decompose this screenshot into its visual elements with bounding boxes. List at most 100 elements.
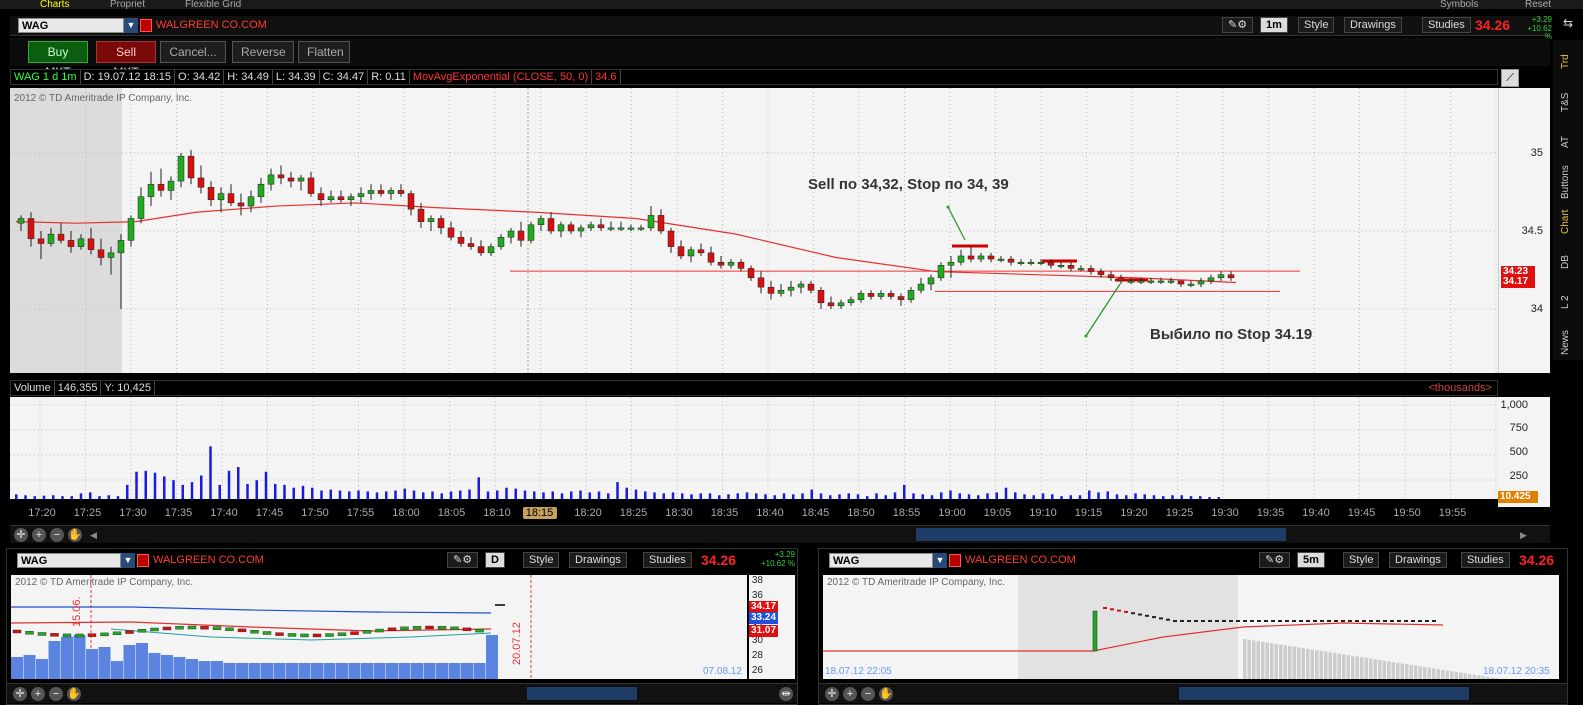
studies-button[interactable]: Studies — [1422, 17, 1471, 33]
candle-body — [617, 227, 625, 230]
br-hand-icon[interactable]: ✋ — [879, 687, 893, 701]
side-tab-trd[interactable]: Trd — [1560, 44, 1576, 80]
price-chart-area[interactable]: 2012 © TD Ameritrade IP Company, Inc. Se… — [10, 88, 1498, 373]
topbar-symbols[interactable]: Symbols — [1440, 0, 1478, 9]
candle-body — [597, 224, 605, 229]
br-zoom-in-icon[interactable]: + — [843, 687, 857, 701]
br-candle — [1103, 607, 1107, 609]
time-tick: 17:45 — [255, 507, 284, 519]
bl-studies-button[interactable]: Studies — [643, 552, 692, 568]
scroll-right-icon[interactable]: ▶ — [1520, 530, 1527, 541]
br-volume-bar — [1382, 660, 1386, 679]
bl-zoom-in-icon[interactable]: + — [31, 687, 45, 701]
bl-volume-bar — [273, 663, 286, 679]
drawings-button[interactable]: Drawings — [1344, 17, 1402, 33]
br-tools-icon[interactable]: ✎⚙ — [1259, 552, 1291, 568]
br-candle — [1425, 620, 1429, 622]
time-tick: 17:25 — [73, 507, 102, 519]
side-tab-db[interactable]: DB — [1560, 244, 1576, 280]
side-tab-news[interactable]: News — [1560, 324, 1576, 360]
br-scrollbar-thumb[interactable] — [1179, 687, 1469, 700]
bl-symbol-input[interactable]: WAG — [17, 553, 121, 568]
candle-body — [127, 218, 135, 241]
volume-chart-area[interactable] — [10, 397, 1498, 499]
volume-bar — [1134, 493, 1137, 499]
candle-body — [857, 293, 865, 300]
bl-style-button[interactable]: Style — [523, 552, 560, 568]
candle-body — [1107, 274, 1115, 279]
volume-bar — [958, 493, 961, 499]
br-chevron-down-icon[interactable]: ▼ — [933, 553, 947, 568]
cancel-button[interactable]: Cancel... — [160, 41, 226, 63]
time-tick: 19:30 — [1211, 507, 1239, 519]
topbar-propriet[interactable]: Propriet — [110, 0, 145, 9]
bl-drawings-button[interactable]: Drawings — [569, 552, 627, 568]
br-drawings-button[interactable]: Drawings — [1389, 552, 1447, 568]
br-volume-bar — [1274, 643, 1278, 679]
side-tab-ts[interactable]: T&S — [1560, 84, 1576, 120]
bl-zoom-out-icon[interactable]: − — [49, 687, 63, 701]
candle-body — [87, 238, 95, 250]
side-tabs: Trd T&S AT Buttons Chart DB L 2 News — [1553, 40, 1583, 360]
topbar-reset[interactable]: Reset — [1525, 0, 1551, 9]
candle-body — [777, 290, 785, 294]
candle-body — [747, 268, 755, 279]
candle-body — [1117, 277, 1125, 282]
side-tab-chart[interactable]: Chart — [1560, 204, 1576, 240]
br-candle — [1411, 620, 1415, 622]
bl-candle — [325, 633, 334, 637]
price-axis[interactable]: 35 34.5 34 34.23 34.17 — [1498, 88, 1550, 373]
zoom-out-icon[interactable]: − — [50, 528, 64, 542]
bl-chevron-down-icon[interactable]: ▼ — [121, 553, 135, 568]
bl-crosshair-icon[interactable]: ✛ — [13, 687, 27, 701]
side-arrows-icon[interactable]: ⇆ — [1553, 16, 1583, 36]
side-tab-buttons[interactable]: Buttons — [1560, 164, 1576, 200]
bl-candle — [125, 630, 134, 634]
crosshair-icon[interactable]: ✛ — [14, 528, 28, 542]
buy-mkt-button[interactable]: Buy MKT — [28, 41, 88, 79]
br-crosshair-icon[interactable]: ✛ — [825, 687, 839, 701]
tools-icon[interactable]: ✎⚙ — [1222, 17, 1254, 33]
bl-volume-bar — [136, 643, 148, 679]
chevron-down-icon[interactable]: ▼ — [124, 18, 138, 33]
bl-volume-bar — [373, 663, 386, 679]
cursor-style-icon[interactable]: ⟋ — [1501, 69, 1519, 87]
bl-scrollbar-thumb[interactable] — [527, 687, 637, 700]
symbol-input[interactable]: WAG — [18, 18, 124, 33]
side-tab-l2[interactable]: L 2 — [1560, 284, 1576, 320]
topbar-charts[interactable]: Charts — [40, 0, 69, 9]
volume-bar — [431, 491, 434, 499]
bl-chart-area[interactable]: 2012 © TD Ameritrade IP Company, Inc. 15… — [11, 575, 747, 679]
br-chart-area[interactable]: 2012 © TD Ameritrade IP Company, Inc. 18… — [823, 575, 1559, 679]
br-studies-button[interactable]: Studies — [1461, 552, 1510, 568]
volume-bar — [1217, 497, 1220, 499]
volume-bar — [190, 482, 194, 499]
br-timeframe-button[interactable]: 5m — [1297, 552, 1325, 568]
br-symbol-input[interactable]: WAG — [829, 553, 933, 568]
zoom-in-icon[interactable]: + — [32, 528, 46, 542]
br-volume-bar — [1373, 659, 1377, 679]
bl-expand-icon[interactable]: ⇹ — [779, 687, 793, 701]
main-scrollbar-thumb[interactable] — [916, 528, 1286, 541]
volume-bar — [1152, 495, 1156, 499]
bl-link-icon[interactable] — [137, 554, 149, 567]
br-style-button[interactable]: Style — [1343, 552, 1380, 568]
bl-volume-bar — [473, 663, 486, 679]
reverse-button[interactable]: Reverse — [232, 41, 294, 63]
br-zoom-out-icon[interactable]: − — [861, 687, 875, 701]
timeframe-button[interactable]: 1m — [1260, 17, 1288, 33]
candle-body — [67, 240, 75, 247]
hand-icon[interactable]: ✋ — [68, 528, 82, 542]
time-axis[interactable]: 17:20 17:25 17:30 17:35 17:40 17:45 17:50 17:55… — [10, 504, 1498, 524]
bl-timeframe-button[interactable]: D — [485, 552, 505, 568]
link-icon[interactable] — [140, 19, 152, 32]
style-button[interactable]: Style — [1298, 17, 1335, 33]
sell-mkt-button[interactable]: Sell MKT — [96, 41, 156, 79]
bl-hand-icon[interactable]: ✋ — [67, 687, 81, 701]
bl-tools-icon[interactable]: ✎⚙ — [447, 552, 479, 568]
side-tab-at[interactable]: AT — [1560, 124, 1576, 160]
scroll-left-icon[interactable]: ◀ — [90, 530, 97, 541]
topbar-flexible-grid[interactable]: Flexible Grid — [185, 0, 241, 9]
br-link-icon[interactable] — [949, 554, 961, 567]
flatten-button[interactable]: Flatten — [298, 41, 350, 63]
